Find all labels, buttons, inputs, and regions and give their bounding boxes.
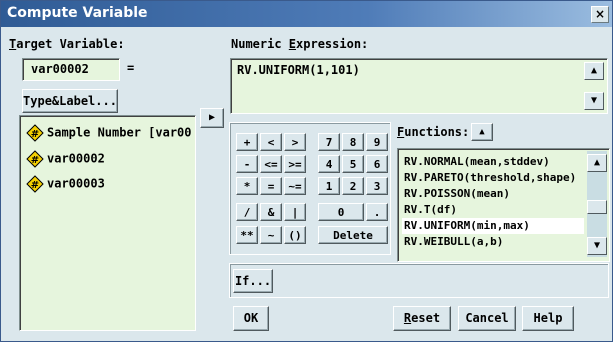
variable-name: var00003: [47, 176, 105, 191]
keypad-power-button[interactable]: **: [236, 226, 258, 244]
numeric-variable-icon: #: [26, 124, 44, 142]
target-variable-input[interactable]: var00002: [22, 58, 120, 81]
functions-scroll-down-button[interactable]: ▼: [587, 237, 607, 255]
keypad-less-equal-button[interactable]: <=: [260, 155, 282, 173]
keypad-plus-button[interactable]: +: [236, 133, 258, 151]
numeric-expression-value: RV.UNIFORM(1,101): [237, 63, 360, 77]
reset-button[interactable]: Reset: [393, 306, 451, 331]
numeric-expression-label: Numeric Expression:: [231, 37, 369, 51]
ok-button[interactable]: OK: [233, 306, 269, 331]
keypad-and-button[interactable]: &: [260, 203, 282, 221]
functions-scroll-thumb[interactable]: [587, 200, 607, 214]
keypad-3-button[interactable]: 3: [366, 177, 388, 195]
keypad-decimal-button[interactable]: .: [366, 203, 388, 221]
keypad-greater-equal-button[interactable]: >=: [284, 155, 306, 173]
keypad-1-button[interactable]: 1: [318, 177, 340, 195]
svg-text:#: #: [31, 155, 39, 166]
keypad-0-button[interactable]: 0: [318, 203, 364, 221]
variable-name: Sample Number [var00: [47, 125, 192, 140]
keypad-parentheses-button[interactable]: (): [284, 226, 306, 244]
keypad-6-button[interactable]: 6: [366, 155, 388, 173]
svg-text:#: #: [31, 180, 39, 191]
numeric-variable-icon: #: [26, 150, 44, 168]
keypad-4-button[interactable]: 4: [318, 155, 340, 173]
list-item[interactable]: RV.POISSON(mean): [402, 186, 584, 202]
move-variable-button[interactable]: ▶: [200, 108, 224, 128]
equals-sign: =: [127, 61, 135, 75]
keypad-less-button[interactable]: <: [260, 133, 282, 151]
functions-list[interactable]: RV.NORMAL(mean,stddev) RV.PARETO(thresho…: [397, 148, 610, 262]
keypad-divide-button[interactable]: /: [236, 203, 258, 221]
dialog-title: Compute Variable: [7, 5, 148, 21]
variable-list[interactable]: # Sample Number [var00 # var00002 # var0000…: [19, 115, 196, 331]
compute-variable-dialog: Compute Variable × Target Variable: var0…: [0, 0, 613, 342]
keypad-minus-button[interactable]: -: [236, 155, 258, 173]
numeric-variable-icon: #: [26, 175, 44, 193]
keypad-or-button[interactable]: |: [284, 203, 306, 221]
keypad-delete-button[interactable]: Delete: [318, 226, 388, 244]
calculator-keypad: + < > 7 8 9 - <= >= 4 5 6 * = ~= 1 2 3 /…: [229, 122, 391, 255]
functions-scroll-up-button[interactable]: ▲: [587, 154, 607, 172]
list-item[interactable]: RV.PARETO(threshold,shape): [402, 170, 584, 186]
cancel-button[interactable]: Cancel: [458, 306, 516, 331]
list-item[interactable]: # var00003: [26, 175, 105, 193]
keypad-equal-button[interactable]: =: [260, 177, 282, 195]
if-button[interactable]: If...: [233, 269, 273, 293]
help-button[interactable]: Help: [522, 306, 574, 331]
list-item-selected[interactable]: RV.UNIFORM(min,max): [402, 218, 584, 234]
list-item[interactable]: RV.WEIBULL(a,b): [402, 234, 584, 250]
keypad-9-button[interactable]: 9: [366, 133, 388, 151]
expression-scroll-up-button[interactable]: ▲: [584, 62, 604, 80]
keypad-5-button[interactable]: 5: [342, 155, 364, 173]
keypad-multiply-button[interactable]: *: [236, 177, 258, 195]
variable-name: var00002: [47, 151, 105, 166]
expression-scroll-down-button[interactable]: ▼: [584, 92, 604, 110]
target-variable-label-text: arget Variable:: [16, 37, 125, 51]
keypad-not-equal-button[interactable]: ~=: [284, 177, 306, 195]
keypad-not-button[interactable]: ~: [260, 226, 282, 244]
functions-scrollbar[interactable]: ▲ ▼: [587, 151, 607, 257]
numeric-expression-input[interactable]: RV.UNIFORM(1,101) ▲ ▼: [230, 58, 608, 114]
list-item[interactable]: # var00002: [26, 150, 105, 168]
svg-text:#: #: [31, 129, 39, 140]
keypad-8-button[interactable]: 8: [342, 133, 364, 151]
title-bar[interactable]: Compute Variable ×: [1, 1, 612, 27]
target-variable-label: Target Variable:: [9, 37, 125, 51]
keypad-greater-button[interactable]: >: [284, 133, 306, 151]
if-condition-area: If...: [229, 263, 609, 298]
list-item[interactable]: # Sample Number [var00: [26, 124, 192, 142]
close-button[interactable]: ×: [591, 6, 609, 23]
functions-label: Functions:: [397, 125, 470, 139]
type-label-button[interactable]: Type&Label...: [22, 89, 118, 113]
list-item[interactable]: RV.T(df): [402, 202, 584, 218]
keypad-2-button[interactable]: 2: [342, 177, 364, 195]
target-variable-value: var00002: [31, 62, 89, 76]
keypad-7-button[interactable]: 7: [318, 133, 340, 151]
list-item[interactable]: RV.NORMAL(mean,stddev): [402, 154, 584, 170]
insert-function-button[interactable]: ▲: [471, 123, 493, 141]
